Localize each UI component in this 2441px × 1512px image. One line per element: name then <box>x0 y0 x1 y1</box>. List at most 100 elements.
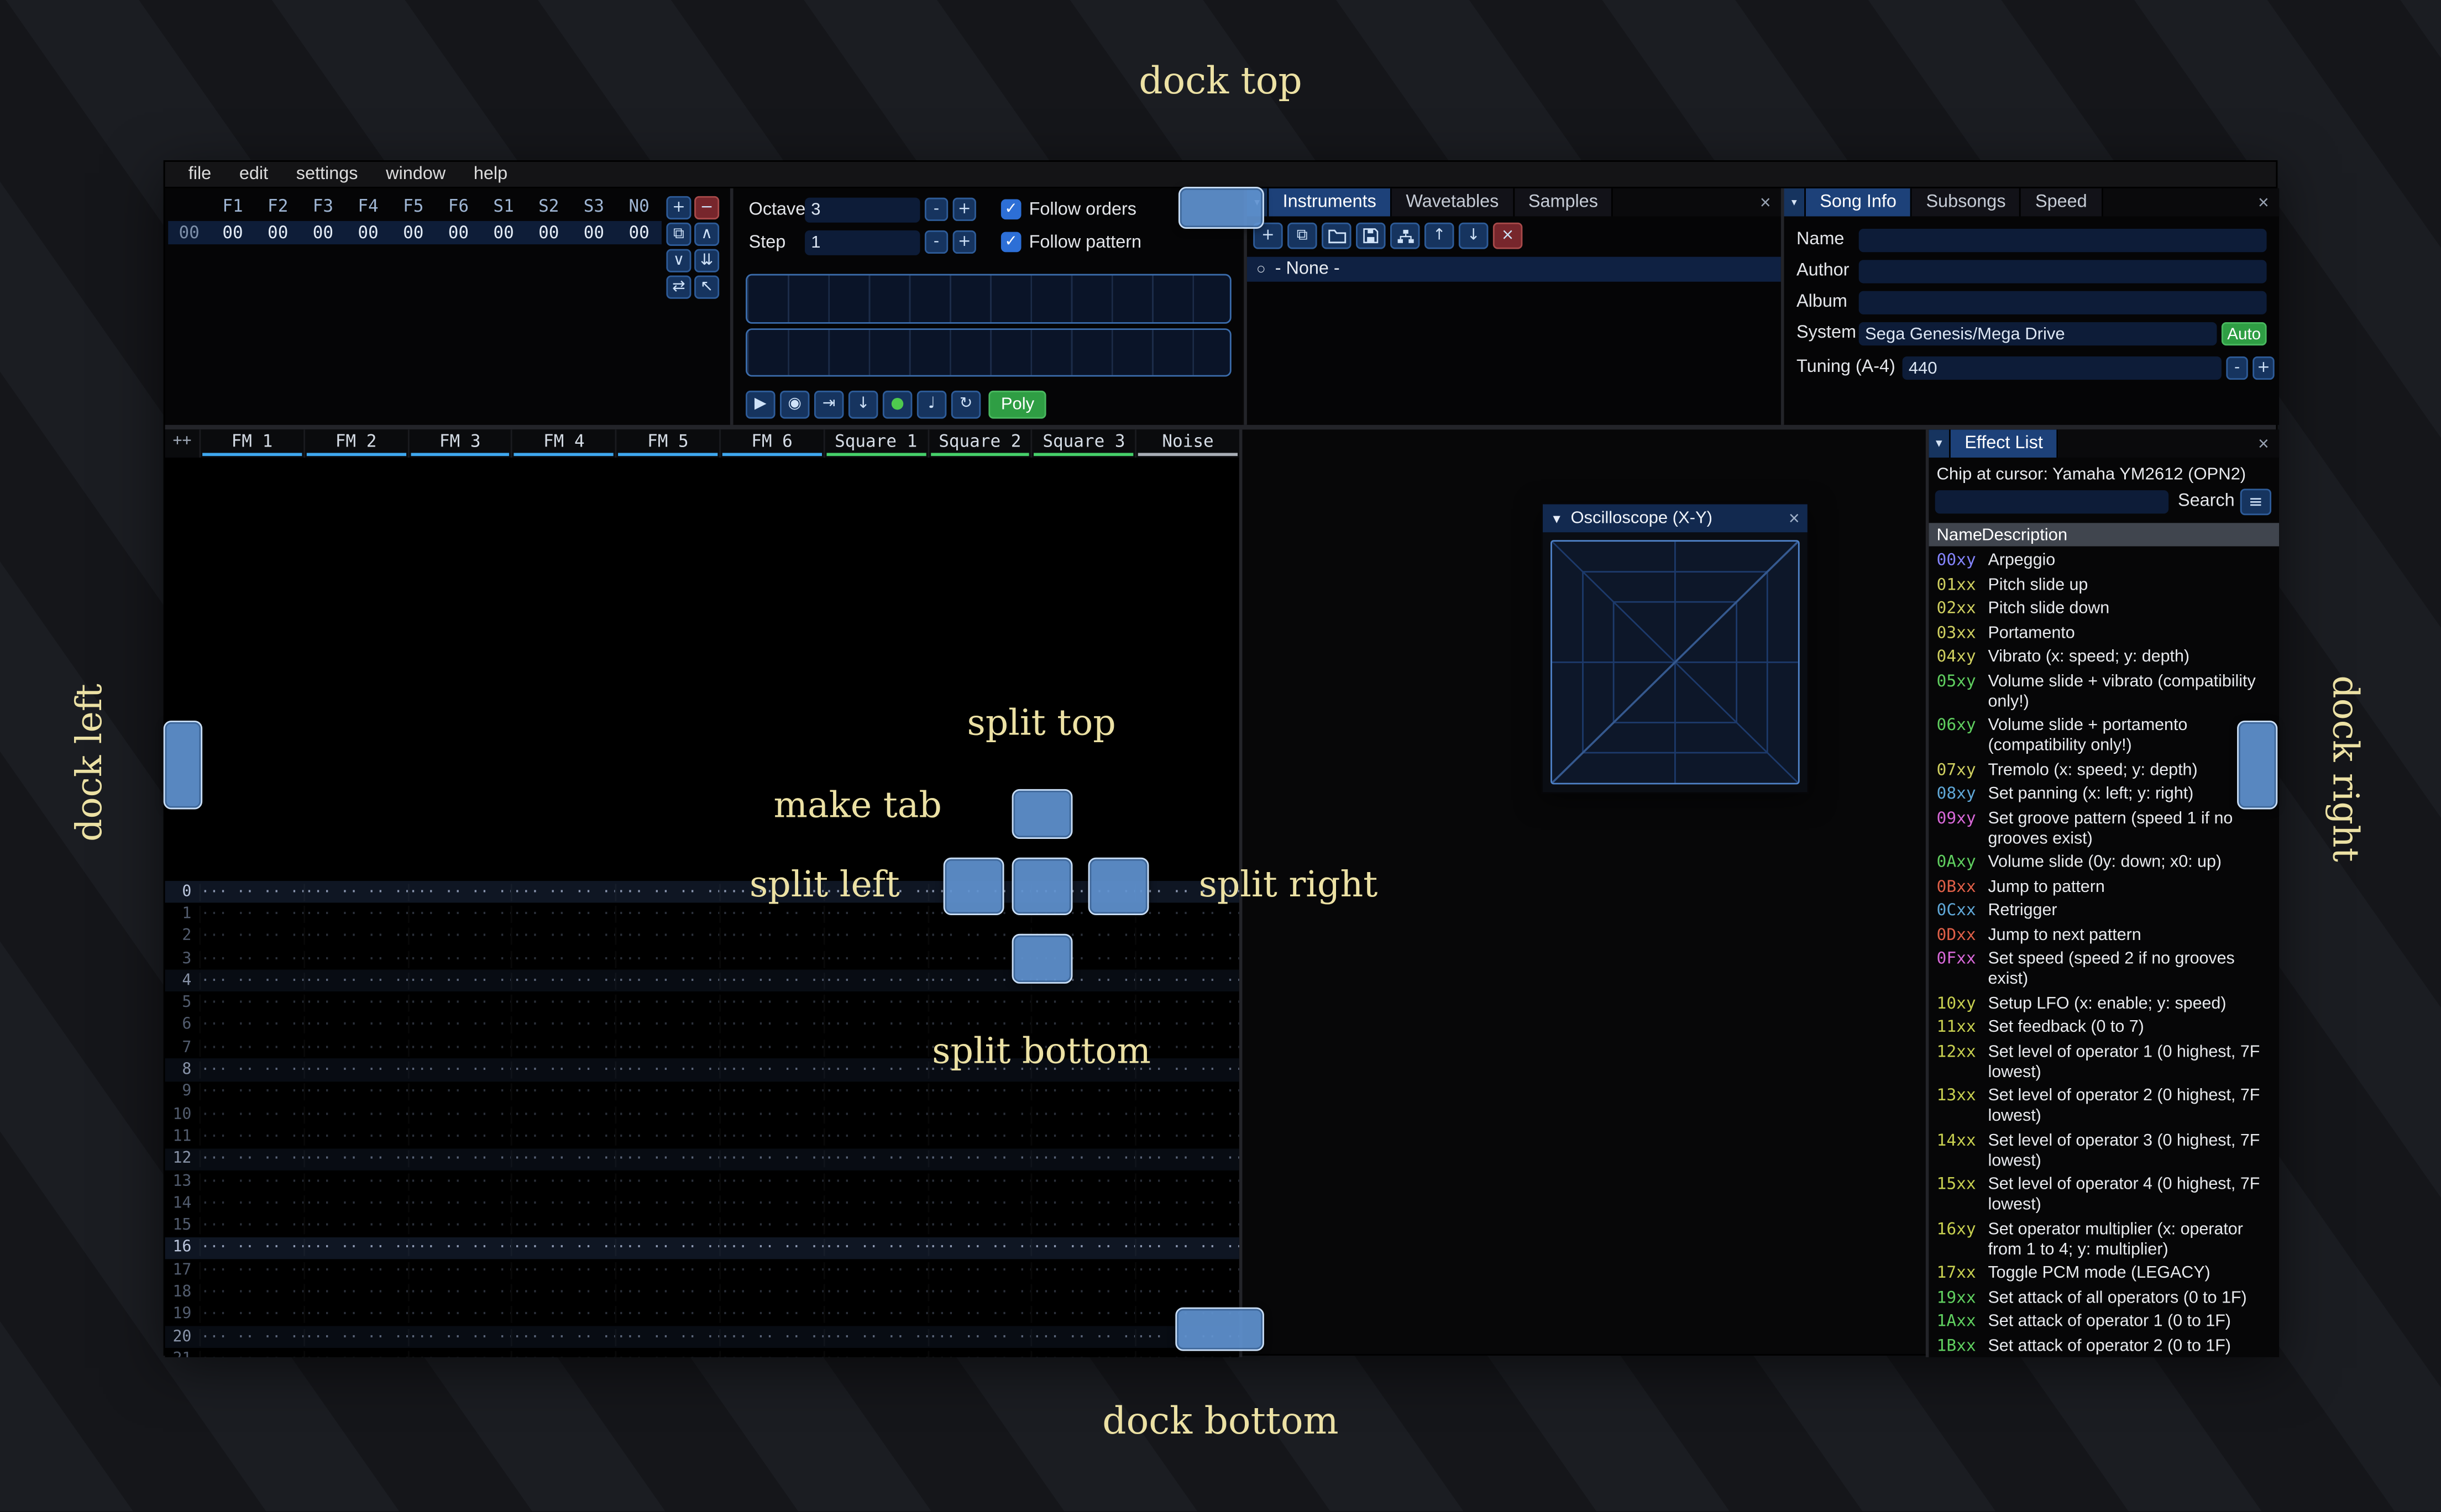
pattern-cell[interactable]: ··· ·· ·· ···· <box>199 995 303 1012</box>
pattern-cell[interactable]: ··· ·· ·· ···· <box>407 1084 511 1101</box>
pattern-cell[interactable]: ··· ·· ·· ···· <box>1031 1017 1135 1034</box>
pattern-cell[interactable]: ··· ·· ·· ···· <box>303 1195 407 1212</box>
pattern-cell[interactable]: ··· ·· ·· ···· <box>303 1284 407 1301</box>
pattern-cell[interactable]: ··· ·· ·· ···· <box>823 1128 927 1146</box>
transport-step-row-button[interactable]: ↓ <box>848 390 878 419</box>
pattern-cell[interactable]: ··· ·· ·· ···· <box>1135 1351 1239 1357</box>
orders-cell[interactable]: 00 <box>572 223 617 243</box>
pattern-cell[interactable]: ··· ·· ·· ···· <box>303 1306 407 1324</box>
pattern-corner-expand[interactable]: ++ <box>165 429 200 458</box>
pattern-cell[interactable]: ··· ·· ·· ···· <box>823 950 927 967</box>
channel-header-fm-1[interactable]: FM 1 <box>199 429 303 458</box>
pattern-cell[interactable]: ··· ·· ·· ···· <box>407 1040 511 1057</box>
effect-list-combo-arrow-icon[interactable]: ▼ <box>1929 429 1951 458</box>
tuning-decrease-button[interactable]: - <box>2226 356 2248 380</box>
pattern-cell[interactable]: ··· ·· ·· ···· <box>407 1306 511 1324</box>
pattern-cell[interactable]: ··· ·· ·· ···· <box>511 1062 615 1079</box>
song-info-close-icon[interactable]: × <box>2248 188 2279 217</box>
pattern-cell[interactable]: ··· ·· ·· ···· <box>511 1306 615 1324</box>
follow-pattern-checkbox[interactable]: ✓ <box>1001 232 1022 253</box>
pattern-cell[interactable]: ··· ·· ·· ···· <box>511 906 615 923</box>
pattern-cell[interactable]: ··· ·· ·· ···· <box>303 1106 407 1123</box>
pattern-cell[interactable]: ··· ·· ·· ···· <box>927 1017 1031 1034</box>
pattern-cell[interactable]: ··· ·· ·· ···· <box>719 1128 823 1146</box>
pattern-cell[interactable]: ··· ·· ·· ···· <box>303 1084 407 1101</box>
panel-splitter[interactable] <box>1239 429 1243 1357</box>
pattern-cell[interactable]: ··· ·· ·· ···· <box>1031 1173 1135 1190</box>
pattern-cell[interactable]: ··· ·· ·· ···· <box>719 1195 823 1212</box>
pattern-cell[interactable]: ··· ·· ·· ···· <box>615 1173 719 1190</box>
pattern-cell[interactable]: ··· ·· ·· ···· <box>927 1040 1031 1057</box>
pattern-cell[interactable]: ··· ·· ·· ···· <box>1031 1040 1135 1057</box>
channel-header-fm-5[interactable]: FM 5 <box>615 429 719 458</box>
pattern-cell[interactable]: ··· ·· ·· ···· <box>1135 973 1239 990</box>
pattern-cell[interactable]: ··· ·· ·· ···· <box>407 1284 511 1301</box>
pattern-cell[interactable]: ··· ·· ·· ···· <box>719 1262 823 1279</box>
pattern-cell[interactable]: ··· ·· ·· ···· <box>1031 1151 1135 1168</box>
dock-target-split-left[interactable] <box>943 857 1004 915</box>
pattern-cell[interactable]: ··· ·· ·· ···· <box>1135 1262 1239 1279</box>
pattern-cell[interactable]: ··· ·· ·· ···· <box>823 1262 927 1279</box>
pattern-cell[interactable]: ··· ·· ·· ···· <box>407 1128 511 1146</box>
transport-edit-record-button[interactable]: ● <box>882 390 913 419</box>
pattern-cell[interactable]: ··· ·· ·· ···· <box>407 1262 511 1279</box>
pattern-cell[interactable]: ··· ·· ·· ···· <box>823 1062 927 1079</box>
pattern-cell[interactable]: ··· ·· ·· ···· <box>823 1329 927 1346</box>
pattern-cell[interactable]: ··· ·· ·· ···· <box>511 1017 615 1034</box>
pattern-cell[interactable]: ··· ·· ·· ···· <box>511 950 615 967</box>
pattern-cell[interactable]: ··· ·· ·· ···· <box>303 1262 407 1279</box>
pattern-cell[interactable]: ··· ·· ·· ···· <box>303 906 407 923</box>
pattern-cell[interactable]: ··· ·· ·· ···· <box>719 906 823 923</box>
panel-splitter[interactable] <box>730 188 734 425</box>
channel-header-fm-4[interactable]: FM 4 <box>511 429 615 458</box>
orders-move-up-button[interactable]: ∧ <box>694 222 720 246</box>
pattern-cell[interactable]: ··· ·· ·· ···· <box>927 1195 1031 1212</box>
pattern-cell[interactable]: ··· ·· ·· ···· <box>1031 1262 1135 1279</box>
pattern-cell[interactable]: ··· ·· ·· ···· <box>199 884 303 901</box>
pattern-cell[interactable]: ··· ·· ·· ···· <box>199 1173 303 1190</box>
poly-toggle-button[interactable]: Poly <box>988 390 1047 419</box>
pattern-cell[interactable]: ··· ·· ·· ···· <box>199 906 303 923</box>
piano-lower-octaves[interactable] <box>746 327 1232 377</box>
pattern-cell[interactable]: ··· ·· ·· ···· <box>407 995 511 1012</box>
pattern-cell[interactable]: ··· ·· ·· ···· <box>1135 950 1239 967</box>
pattern-cell[interactable]: ··· ·· ·· ···· <box>927 1284 1031 1301</box>
pattern-cell[interactable]: ··· ·· ·· ···· <box>511 1262 615 1279</box>
pattern-cell[interactable]: ··· ·· ·· ···· <box>511 1173 615 1190</box>
pattern-cell[interactable]: ··· ·· ·· ···· <box>199 1262 303 1279</box>
orders-cell[interactable]: 00 <box>210 223 255 243</box>
menu-item-file[interactable]: file <box>174 161 225 187</box>
pattern-cell[interactable]: ··· ·· ·· ···· <box>511 1351 615 1357</box>
menu-item-settings[interactable]: settings <box>282 161 371 187</box>
pattern-cell[interactable]: ··· ·· ·· ···· <box>1031 1217 1135 1235</box>
pattern-cell[interactable]: ··· ·· ·· ···· <box>1135 1040 1239 1057</box>
pattern-cell[interactable]: ··· ·· ·· ···· <box>407 1329 511 1346</box>
orders-remove-button[interactable]: − <box>694 196 720 220</box>
pattern-cell[interactable]: ··· ·· ·· ···· <box>511 1040 615 1057</box>
pattern-cell[interactable]: ··· ·· ·· ···· <box>303 1240 407 1257</box>
pattern-cell[interactable]: ··· ·· ·· ···· <box>823 906 927 923</box>
effect-list-tab-effect-list[interactable]: Effect List <box>1950 429 2059 458</box>
pattern-cell[interactable]: ··· ·· ·· ···· <box>407 1217 511 1235</box>
channel-header-noise[interactable]: Noise <box>1135 429 1239 458</box>
pattern-cell[interactable]: ··· ·· ·· ···· <box>199 1128 303 1146</box>
orders-cell[interactable]: 00 <box>436 223 481 243</box>
pattern-cell[interactable]: ··· ·· ·· ···· <box>615 1329 719 1346</box>
pattern-cell[interactable]: ··· ·· ·· ···· <box>199 950 303 967</box>
dock-target-right[interactable] <box>2237 720 2278 810</box>
pattern-cell[interactable]: ··· ·· ·· ···· <box>407 906 511 923</box>
pattern-cell[interactable]: ··· ·· ·· ···· <box>823 995 927 1012</box>
pattern-cell[interactable]: ··· ·· ·· ···· <box>511 1240 615 1257</box>
orders-duplicate-button[interactable]: ⧉ <box>666 222 692 246</box>
pattern-cell[interactable]: ··· ·· ·· ···· <box>927 1262 1031 1279</box>
pattern-cell[interactable]: ··· ·· ·· ···· <box>719 1173 823 1190</box>
pattern-cell[interactable]: ··· ·· ·· ···· <box>927 1128 1031 1146</box>
pattern-cell[interactable]: ··· ·· ·· ···· <box>511 973 615 990</box>
pattern-cell[interactable]: ··· ·· ·· ···· <box>1031 1329 1135 1346</box>
pattern-cell[interactable]: ··· ·· ·· ···· <box>615 1284 719 1301</box>
pattern-cell[interactable]: ··· ·· ·· ···· <box>615 1217 719 1235</box>
menu-item-window[interactable]: window <box>372 161 460 187</box>
oscilloscope-title-bar[interactable]: ▼ Oscilloscope (X-Y) × <box>1542 504 1808 533</box>
channel-header-fm-2[interactable]: FM 2 <box>303 429 407 458</box>
pattern-cell[interactable]: ··· ·· ·· ···· <box>823 1217 927 1235</box>
